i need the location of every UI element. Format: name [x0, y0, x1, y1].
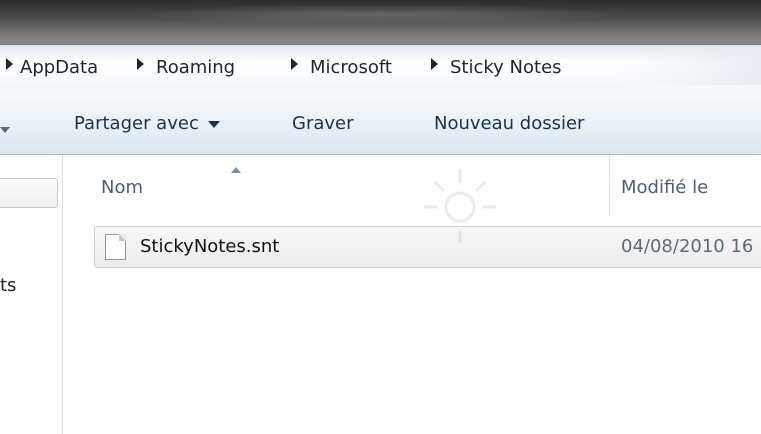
file-modified-date: 04/08/2010 16: [621, 236, 754, 257]
chevron-down-icon: [207, 120, 220, 128]
file-list: Nom Modifié le StickyNotes.snt 04/08/201…: [63, 155, 761, 434]
column-header-name[interactable]: Nom: [101, 177, 143, 198]
nav-item-label[interactable]: ts: [0, 275, 16, 296]
window-title-bar: [0, 0, 761, 44]
sort-ascending-icon: [231, 167, 241, 173]
navigation-pane: ts: [0, 155, 63, 434]
breadcrumb-separator-icon[interactable]: [431, 58, 438, 70]
breadcrumb-separator-icon[interactable]: [6, 58, 13, 70]
chevron-down-icon[interactable]: [0, 127, 10, 133]
file-row[interactable]: StickyNotes.snt 04/08/2010 16: [94, 226, 761, 268]
nav-selected-item[interactable]: [0, 178, 58, 208]
breadcrumb-separator-icon[interactable]: [137, 58, 144, 70]
breadcrumb-item-sticky-notes[interactable]: Sticky Notes: [450, 55, 562, 81]
new-folder-button[interactable]: Nouveau dossier: [434, 112, 584, 136]
column-header-modified[interactable]: Modifié le: [621, 177, 708, 198]
burn-button[interactable]: Graver: [292, 112, 354, 136]
file-icon: [105, 234, 126, 260]
title-bar-glow: [120, 4, 640, 24]
command-bar: Partager avec Graver Nouveau dossier: [0, 92, 761, 155]
share-with-label: Partager avec: [74, 113, 199, 134]
share-with-button[interactable]: Partager avec: [74, 112, 220, 136]
breadcrumb-separator-icon[interactable]: [291, 58, 298, 70]
address-bar-fade: [621, 51, 761, 85]
address-bar[interactable]: AppData Roaming Microsoft Sticky Notes: [0, 44, 761, 94]
breadcrumb-item-microsoft[interactable]: Microsoft: [310, 55, 392, 81]
column-divider[interactable]: [609, 155, 610, 217]
file-name: StickyNotes.snt: [140, 236, 280, 257]
breadcrumb-item-appdata[interactable]: AppData: [20, 55, 98, 81]
breadcrumb-item-roaming[interactable]: Roaming: [156, 55, 235, 81]
